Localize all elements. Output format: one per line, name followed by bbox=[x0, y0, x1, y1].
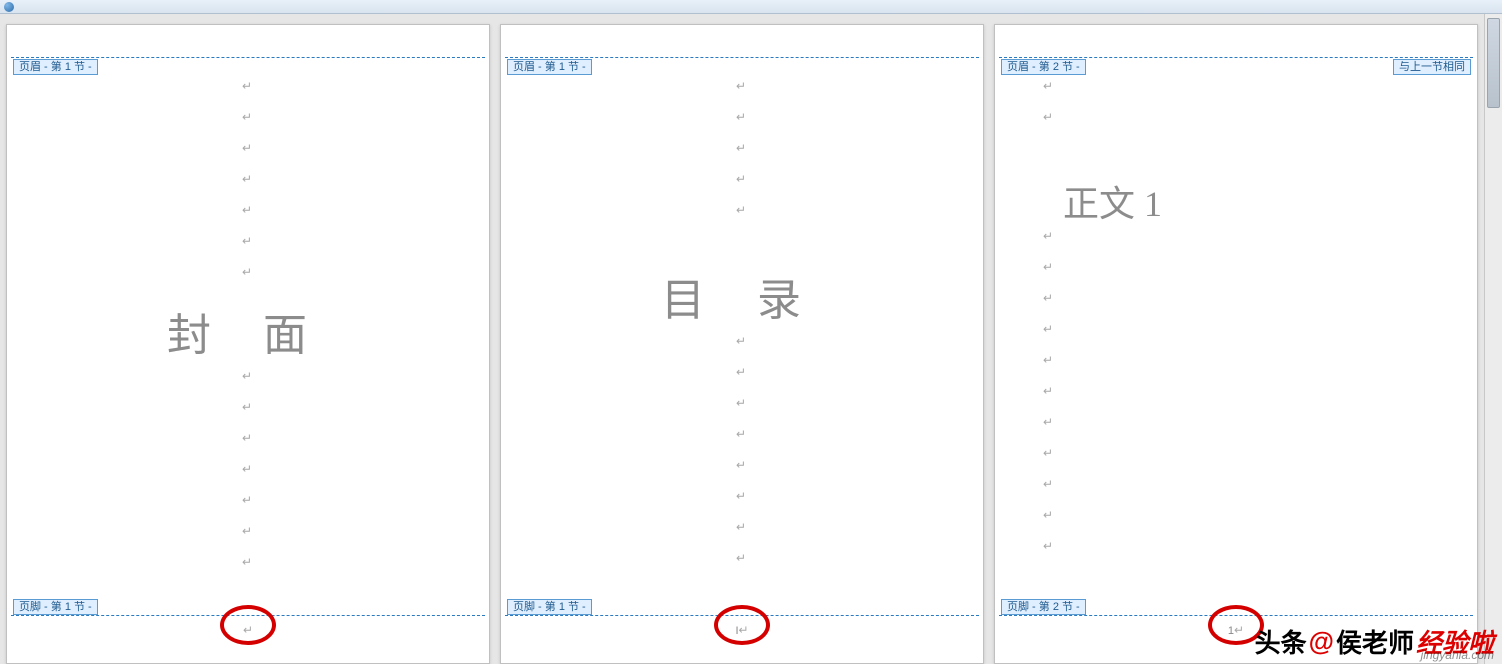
header-section-tag: 页眉 - 第 1 节 - bbox=[13, 59, 98, 75]
para-mark: ↵ bbox=[242, 172, 252, 187]
para-mark: ↵ bbox=[736, 365, 746, 380]
paragraph-marks-lower: ↵ ↵ ↵ ↵ ↵ ↵ ↵ ↵ ↵ ↵ ↵ bbox=[1043, 229, 1053, 554]
para-mark: ↵ bbox=[242, 400, 252, 415]
para-mark: ↵ bbox=[1043, 508, 1053, 523]
page-title-text: 封面 bbox=[167, 299, 359, 363]
para-mark: ↵ bbox=[1043, 260, 1053, 275]
footer-section-tag: 页脚 - 第 1 节 - bbox=[13, 599, 98, 615]
para-mark: ↵ bbox=[1043, 110, 1053, 125]
paragraph-marks: ↵ ↵ bbox=[1043, 79, 1053, 125]
para-mark: ↵ bbox=[736, 489, 746, 504]
header-boundary bbox=[11, 57, 485, 58]
paragraph-marks: ↵ ↵ ↵ ↵ ↵ bbox=[736, 79, 746, 218]
para-mark: ↵ bbox=[736, 334, 746, 349]
paragraph-marks: ↵ ↵ ↵ ↵ ↵ ↵ ↵ bbox=[242, 79, 252, 280]
para-mark: ↵ bbox=[242, 369, 252, 384]
header-boundary bbox=[505, 57, 979, 58]
footer-section-tag: 页脚 - 第 2 节 - bbox=[1001, 599, 1086, 615]
scrollbar-thumb[interactable] bbox=[1487, 18, 1500, 108]
annotation-circle-icon bbox=[714, 605, 770, 645]
para-mark: ↵ bbox=[1043, 353, 1053, 368]
para-mark: ↵ bbox=[1043, 79, 1053, 94]
para-mark: ↵ bbox=[736, 141, 746, 156]
para-mark: ↵ bbox=[1043, 384, 1053, 399]
para-mark: ↵ bbox=[242, 110, 252, 125]
para-mark: ↵ bbox=[736, 79, 746, 94]
vertical-scrollbar[interactable] bbox=[1484, 14, 1502, 664]
para-mark: ↵ bbox=[1043, 229, 1053, 244]
pages-container: 页眉 - 第 1 节 - ↵ ↵ ↵ ↵ ↵ ↵ ↵ 封面 ↵ ↵ ↵ ↵ ↵ … bbox=[0, 14, 1484, 664]
para-mark: ↵ bbox=[242, 79, 252, 94]
watermark-name: 侯老师 bbox=[1336, 623, 1414, 660]
para-mark: ↵ bbox=[1043, 291, 1053, 306]
para-mark: ↵ bbox=[736, 551, 746, 566]
annotation-circle-icon bbox=[220, 605, 276, 645]
para-mark: ↵ bbox=[736, 396, 746, 411]
para-mark: ↵ bbox=[736, 520, 746, 535]
watermark-at: @ bbox=[1309, 626, 1334, 657]
para-mark: ↵ bbox=[242, 462, 252, 477]
para-mark: ↵ bbox=[242, 493, 252, 508]
page-title-text: 正文 1 bbox=[1063, 175, 1162, 227]
page-content: ↵ ↵ ↵ ↵ ↵ ↵ ↵ 封面 ↵ ↵ ↵ ↵ ↵ ↵ ↵ bbox=[47, 79, 449, 593]
page-content: ↵ ↵ 正文 1 ↵ ↵ ↵ ↵ ↵ ↵ ↵ ↵ ↵ ↵ ↵ bbox=[1035, 79, 1437, 593]
header-section-tag: 页眉 - 第 2 节 - bbox=[1001, 59, 1086, 75]
app-orb-icon[interactable] bbox=[4, 2, 14, 12]
para-mark: ↵ bbox=[1043, 446, 1053, 461]
watermark-prefix: 头条 bbox=[1255, 623, 1307, 660]
para-mark: ↵ bbox=[242, 234, 252, 249]
para-mark: ↵ bbox=[1043, 539, 1053, 554]
para-mark: ↵ bbox=[242, 203, 252, 218]
page-title-text: 目录 bbox=[661, 264, 853, 328]
page-2[interactable]: 页眉 - 第 1 节 - ↵ ↵ ↵ ↵ ↵ 目录 ↵ ↵ ↵ ↵ ↵ ↵ ↵ … bbox=[500, 24, 984, 664]
titlebar bbox=[0, 0, 1502, 14]
header-boundary bbox=[999, 57, 1473, 58]
para-mark: ↵ bbox=[1043, 477, 1053, 492]
paragraph-marks-lower: ↵ ↵ ↵ ↵ ↵ ↵ ↵ bbox=[242, 369, 252, 570]
para-mark: ↵ bbox=[1043, 415, 1053, 430]
same-as-previous-tag: 与上一节相同 bbox=[1393, 59, 1471, 75]
para-mark: ↵ bbox=[1043, 322, 1053, 337]
paragraph-marks-lower: ↵ ↵ ↵ ↵ ↵ ↵ ↵ ↵ bbox=[736, 334, 746, 566]
footer-section-tag: 页脚 - 第 1 节 - bbox=[507, 599, 592, 615]
para-mark: ↵ bbox=[242, 431, 252, 446]
para-mark: ↵ bbox=[242, 555, 252, 570]
para-mark: ↵ bbox=[736, 110, 746, 125]
para-mark: ↵ bbox=[736, 203, 746, 218]
header-section-tag: 页眉 - 第 1 节 - bbox=[507, 59, 592, 75]
page-content: ↵ ↵ ↵ ↵ ↵ 目录 ↵ ↵ ↵ ↵ ↵ ↵ ↵ ↵ bbox=[541, 79, 943, 593]
para-mark: ↵ bbox=[242, 141, 252, 156]
para-mark: ↵ bbox=[242, 265, 252, 280]
watermark-url: jingyanla.com bbox=[1421, 648, 1494, 662]
para-mark: ↵ bbox=[736, 427, 746, 442]
page-1[interactable]: 页眉 - 第 1 节 - ↵ ↵ ↵ ↵ ↵ ↵ ↵ 封面 ↵ ↵ ↵ ↵ ↵ … bbox=[6, 24, 490, 664]
para-mark: ↵ bbox=[736, 172, 746, 187]
page-3[interactable]: 页眉 - 第 2 节 - 与上一节相同 ↵ ↵ 正文 1 ↵ ↵ ↵ ↵ ↵ ↵… bbox=[994, 24, 1478, 664]
para-mark: ↵ bbox=[736, 458, 746, 473]
para-mark: ↵ bbox=[242, 524, 252, 539]
